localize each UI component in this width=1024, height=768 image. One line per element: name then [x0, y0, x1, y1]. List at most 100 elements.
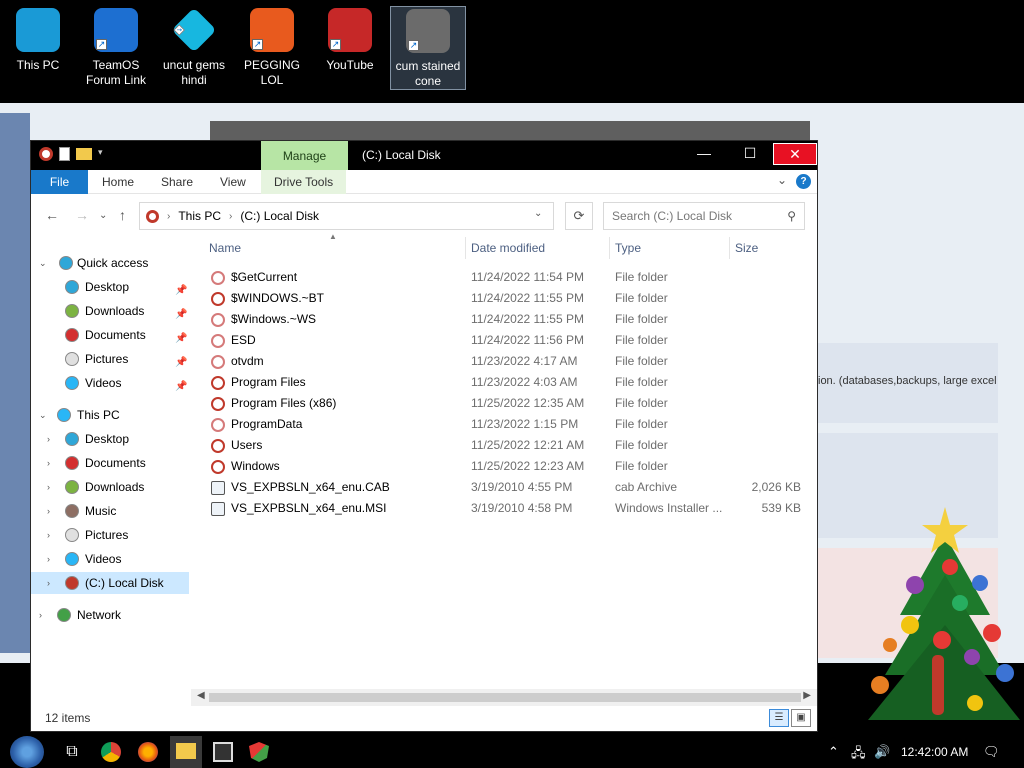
breadcrumb-this-pc[interactable]: This PC [178, 209, 221, 223]
tab-home[interactable]: Home [102, 170, 134, 194]
nav-quick-desktop[interactable]: Desktop 📌 [31, 276, 189, 298]
scroll-left-icon[interactable]: ◀ [197, 690, 205, 701]
table-row[interactable]: otvdm 11/23/2022 4:17 AM File folder [207, 351, 803, 372]
table-row[interactable]: Users 11/25/2022 12:21 AM File folder [207, 435, 803, 456]
desktop-icon[interactable]: ↗ cum stained cone [390, 6, 466, 90]
help-icon[interactable]: ? [796, 174, 811, 189]
desktop-icon[interactable]: ↗ PEGGING LOL [234, 6, 310, 88]
nav-pc-pictures[interactable]: › Pictures [31, 524, 189, 546]
nav-pc-desktop[interactable]: › Desktop [31, 428, 189, 450]
refresh-button[interactable]: ⟳ [565, 202, 593, 230]
column-divider[interactable] [729, 237, 730, 259]
column-header-name[interactable]: Name [209, 237, 241, 259]
nav-quick-pictures[interactable]: Pictures 📌 [31, 348, 189, 370]
breadcrumb-separator-icon[interactable]: › [167, 211, 170, 222]
nav-this-pc[interactable]: ⌄ This PC [31, 404, 189, 426]
network-icon[interactable]: 🖧 [851, 744, 866, 766]
tab-view[interactable]: View [220, 170, 246, 194]
scrollbar-thumb[interactable] [209, 693, 801, 702]
chevron-down-icon[interactable]: ⌄ [39, 404, 47, 426]
show-hidden-icons-icon[interactable]: ⌃ [828, 744, 839, 760]
table-row[interactable]: Program Files (x86) 11/25/2022 12:35 AM Fi… [207, 393, 803, 414]
tab-drive-tools[interactable]: Drive Tools [261, 170, 347, 194]
chevron-down-icon[interactable]: ▾ [98, 147, 108, 161]
horizontal-scrollbar[interactable]: ◀ ▶ [191, 689, 817, 706]
desktop-icon [65, 432, 79, 446]
nav-pc-music[interactable]: › Music [31, 500, 189, 522]
firefox-icon[interactable] [138, 742, 158, 762]
volume-icon[interactable]: 🔊 [874, 744, 890, 760]
chevron-right-icon[interactable]: › [47, 500, 50, 522]
forward-icon[interactable]: → [75, 207, 89, 223]
close-button[interactable]: ✕ [773, 143, 817, 165]
column-divider[interactable] [465, 237, 466, 259]
scroll-right-icon[interactable]: ▶ [803, 690, 811, 701]
address-dropdown-icon[interactable]: ⌄ [534, 208, 542, 219]
breadcrumb-separator-icon[interactable]: › [229, 211, 232, 222]
nav-pc-documents[interactable]: › Documents [31, 452, 189, 474]
chevron-right-icon[interactable]: › [47, 572, 50, 594]
nav-pc-videos[interactable]: › Videos [31, 548, 189, 570]
chrome-icon[interactable] [101, 742, 121, 762]
table-row[interactable]: $WINDOWS.~BT 11/24/2022 11:55 PM File fold… [207, 288, 803, 309]
up-icon[interactable]: ↑ [119, 207, 126, 223]
nav-network[interactable]: › Network [31, 604, 189, 626]
drive-icon[interactable] [39, 147, 53, 161]
breadcrumb-local-disk[interactable]: (C:) Local Disk [240, 209, 319, 223]
nav-quick-downloads[interactable]: Downloads 📌 [31, 300, 189, 322]
column-header-date-modified[interactable]: Date modified [471, 237, 545, 259]
action-center-icon[interactable]: 🗨 [983, 744, 1000, 760]
nav-pc-c-local-disk[interactable]: › (C:) Local Disk [31, 572, 189, 594]
start-button[interactable] [10, 736, 44, 768]
title-bar[interactable]: ▾ Manage (C:) Local Disk — ☐ ✕ [31, 141, 817, 171]
column-header-size[interactable]: Size [735, 237, 758, 259]
app-icon[interactable] [213, 742, 233, 762]
table-row[interactable]: ProgramData 11/23/2022 1:15 PM File folder [207, 414, 803, 435]
properties-icon[interactable] [59, 147, 70, 161]
search-input[interactable]: Search (C:) Local Disk ⚲ [603, 202, 805, 230]
chevron-right-icon[interactable]: › [47, 548, 50, 570]
back-icon[interactable]: ← [45, 207, 59, 223]
table-row[interactable]: $GetCurrent 11/24/2022 11:54 PM File folde… [207, 267, 803, 288]
table-row[interactable]: VS_EXPBSLN_x64_enu.CAB 3/19/2010 4:55 PM c… [207, 477, 803, 498]
expand-ribbon-icon[interactable]: ⌄ [777, 173, 787, 187]
file-explorer-taskbar-button[interactable] [170, 736, 202, 768]
desktop-icon[interactable]: ↗ TeamOS Forum Link [78, 6, 154, 88]
chevron-right-icon[interactable]: › [47, 524, 50, 546]
chevron-right-icon[interactable]: › [39, 604, 42, 626]
column-divider[interactable] [609, 237, 610, 259]
new-folder-icon[interactable] [76, 148, 92, 160]
tab-file[interactable]: File [31, 170, 88, 194]
table-row[interactable]: $Windows.~WS 11/24/2022 11:55 PM File fold… [207, 309, 803, 330]
chevron-right-icon[interactable]: › [47, 452, 50, 474]
maximize-button[interactable]: ☐ [728, 143, 772, 165]
nav-quick-videos[interactable]: Videos 📌 [31, 372, 189, 394]
chevron-right-icon[interactable]: › [47, 476, 50, 498]
column-header-type[interactable]: Type [615, 237, 641, 259]
cell-name: ProgramData [231, 417, 303, 431]
large-icons-view-button[interactable]: ▣ [791, 709, 811, 727]
table-row[interactable]: Program Files 11/23/2022 4:03 AM File fold… [207, 372, 803, 393]
details-view-button[interactable]: ☰ [769, 709, 789, 727]
desktop-icon[interactable]: ↗ YouTube [312, 6, 388, 73]
desktop-icon[interactable]: ↗ uncut gems hindi [156, 6, 232, 88]
table-row[interactable]: Windows 11/25/2022 12:23 AM File folder [207, 456, 803, 477]
tab-share[interactable]: Share [161, 170, 193, 194]
tab-manage[interactable]: Manage [261, 141, 348, 171]
table-row[interactable]: ESD 11/24/2022 11:56 PM File folder [207, 330, 803, 351]
nav-quick-access[interactable]: ⌄ Quick access [31, 252, 189, 274]
table-row[interactable]: VS_EXPBSLN_x64_enu.MSI 3/19/2010 4:58 PM W… [207, 498, 803, 519]
nav-quick-documents[interactable]: Documents 📌 [31, 324, 189, 346]
task-view-icon[interactable]: ⧉ [62, 742, 82, 762]
desktop-icon[interactable]: This PC [0, 6, 76, 73]
chevron-down-icon[interactable]: ⌄ [39, 252, 47, 274]
recent-locations-icon[interactable]: ⌄ [99, 210, 107, 221]
shield-icon[interactable] [249, 742, 269, 762]
clock[interactable]: 12:42:00 AM [901, 745, 968, 759]
shortcut-arrow-icon: ↗ [330, 39, 341, 50]
cell-name: $GetCurrent [231, 270, 298, 284]
nav-pc-downloads[interactable]: › Downloads [31, 476, 189, 498]
address-bar[interactable]: › This PC › (C:) Local Disk [139, 202, 554, 230]
minimize-button[interactable]: — [682, 143, 726, 165]
chevron-right-icon[interactable]: › [47, 428, 50, 450]
